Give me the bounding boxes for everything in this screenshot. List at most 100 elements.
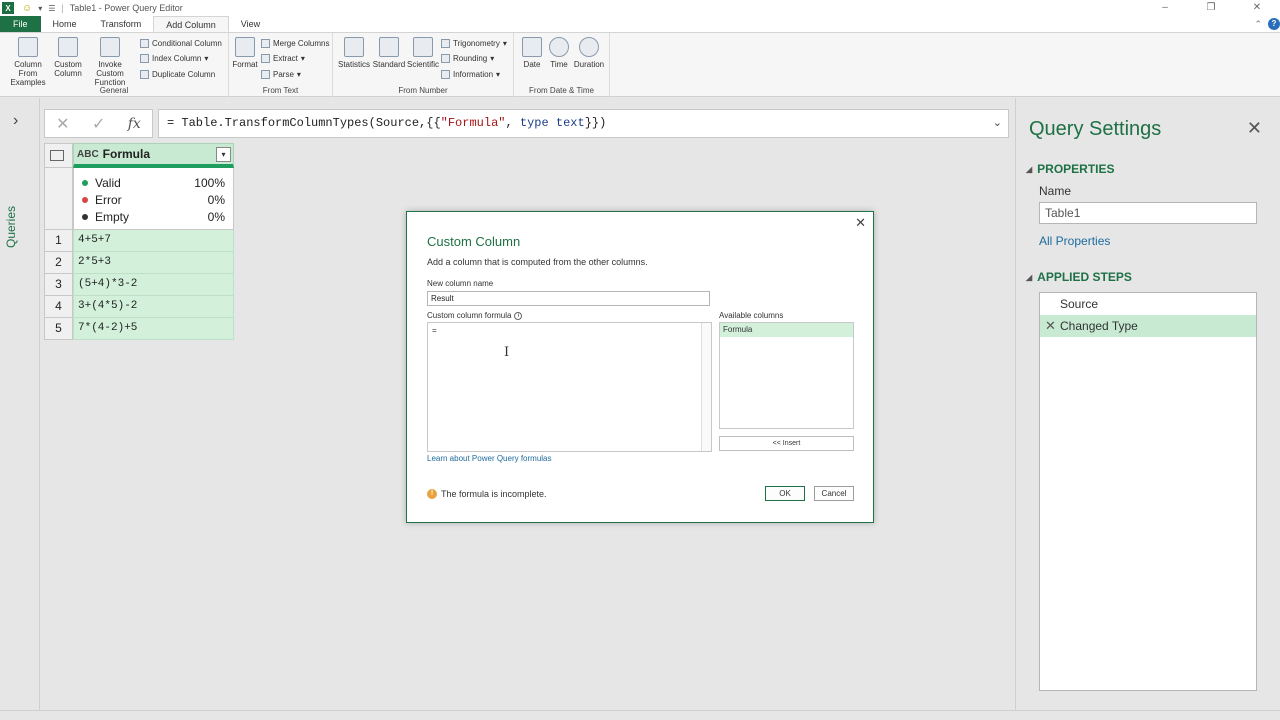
expand-queries-icon[interactable]: › <box>13 112 18 130</box>
date-button[interactable]: Date <box>518 37 546 69</box>
stopwatch-icon <box>579 37 599 57</box>
smiley-feedback-icon[interactable]: ☺ <box>22 3 32 14</box>
extract-icon <box>261 54 270 63</box>
restore-button[interactable]: ❐ <box>1188 0 1234 16</box>
formula-label-row: Custom column formula i <box>427 311 523 320</box>
delete-step-icon[interactable]: ✕ <box>1045 315 1056 337</box>
table-row[interactable]: 2 2*5+3 <box>44 252 234 274</box>
queries-pane: › Queries <box>0 98 40 710</box>
table-menu-button[interactable] <box>44 143 73 168</box>
column-quality-profile: Valid 100% Error 0% Empty 0% <box>73 168 234 230</box>
help-icon[interactable]: ? <box>1268 18 1280 30</box>
row-number: 4 <box>44 296 73 318</box>
scientific-icon <box>413 37 433 57</box>
table-row[interactable]: 4 3+(4*5)-2 <box>44 296 234 318</box>
table-row[interactable]: 1 4+5+7 <box>44 230 234 252</box>
available-column-item[interactable]: Formula <box>720 323 853 337</box>
info-icon[interactable]: i <box>514 311 523 320</box>
insert-button[interactable]: << Insert <box>719 436 854 451</box>
text-type-icon[interactable]: ABC <box>77 149 99 160</box>
invoke-custom-function-button[interactable]: Invoke Custom Function <box>84 37 136 87</box>
index-column-button[interactable]: Index Column ▾ <box>140 54 208 63</box>
standard-button[interactable]: Standard <box>372 37 406 69</box>
text-cursor-icon: I <box>504 345 510 360</box>
cancel-formula-icon[interactable]: ✕ <box>56 114 69 134</box>
custom-column-formula-label: Custom column formula <box>427 311 512 320</box>
commit-formula-icon[interactable]: ✓ <box>92 114 105 134</box>
table-row[interactable]: 5 7*(4-2)+5 <box>44 318 234 340</box>
formula-scrollbar[interactable] <box>701 323 711 451</box>
quick-access-dropdown-icon[interactable]: ▾ <box>38 4 42 13</box>
ribbon-group-general: Column From Examples Custom Column Invok… <box>0 33 229 97</box>
format-button[interactable]: Format <box>232 37 258 69</box>
table-cell[interactable]: 7*(4-2)+5 <box>73 318 234 340</box>
expand-formula-bar-icon[interactable]: ⌄ <box>993 110 1002 137</box>
available-columns-list[interactable]: Formula <box>719 322 854 429</box>
custom-column-icon <box>58 37 78 57</box>
applied-steps-section[interactable]: ◢ APPLIED STEPS <box>1026 270 1132 284</box>
ribbon-group-from-date-time: Date Time Duration From Date & Time <box>514 33 610 97</box>
dialog-subtitle: Add a column that is computed from the o… <box>427 257 648 267</box>
rounding-icon <box>441 54 450 63</box>
parse-button[interactable]: Parse ▾ <box>261 70 301 79</box>
tab-transform[interactable]: Transform <box>89 16 154 32</box>
duplicate-column-button[interactable]: Duplicate Column <box>140 70 215 79</box>
column-filter-dropdown-icon[interactable]: ▾ <box>216 147 231 162</box>
statistics-icon <box>344 37 364 57</box>
statistics-button[interactable]: Statistics <box>337 37 371 69</box>
window-controls: – ❐ ✕ <box>1142 0 1280 16</box>
table-cell[interactable]: 3+(4*5)-2 <box>73 296 234 318</box>
extract-button[interactable]: Extract ▾ <box>261 54 305 63</box>
column-header-formula[interactable]: ABC Formula ▾ <box>73 143 234 168</box>
close-window-button[interactable]: ✕ <box>1234 0 1280 16</box>
window-title: Table1 - Power Query Editor <box>69 3 183 13</box>
step-changed-type[interactable]: ✕ Changed Type <box>1040 315 1256 337</box>
row-number: 3 <box>44 274 73 296</box>
profile-error: Error 0% <box>82 191 225 208</box>
scientific-button[interactable]: Scientific <box>406 37 440 69</box>
custom-column-formula-input[interactable]: = I <box>427 322 712 452</box>
trigonometry-button[interactable]: Trigonometry ▾ <box>441 39 507 48</box>
information-button[interactable]: Information ▾ <box>441 70 500 79</box>
minimize-button[interactable]: – <box>1142 0 1188 16</box>
conditional-column-button[interactable]: Conditional Column <box>140 39 222 48</box>
queries-label[interactable]: Queries <box>4 206 18 248</box>
step-source[interactable]: Source <box>1040 293 1256 315</box>
close-settings-icon[interactable]: ✕ <box>1247 118 1262 139</box>
profile-valid: Valid 100% <box>82 174 225 191</box>
new-column-name-input[interactable]: Result <box>427 291 710 306</box>
time-button[interactable]: Time <box>546 37 572 69</box>
status-bar <box>0 710 1280 720</box>
properties-section[interactable]: ◢ PROPERTIES <box>1026 162 1115 176</box>
warning-text: The formula is incomplete. <box>441 489 547 499</box>
tab-add-column[interactable]: Add Column <box>153 16 229 32</box>
cancel-button[interactable]: Cancel <box>814 486 854 501</box>
all-properties-link[interactable]: All Properties <box>1039 234 1110 248</box>
query-name-input[interactable]: Table1 <box>1039 202 1257 224</box>
group-label-general: General <box>99 86 129 95</box>
tab-home[interactable]: Home <box>41 16 89 32</box>
information-icon <box>441 70 450 79</box>
collapse-ribbon-icon[interactable]: ⌃ <box>1254 19 1262 30</box>
table-cell[interactable]: 4+5+7 <box>73 230 234 252</box>
table-cell[interactable]: (5+4)*3-2 <box>73 274 234 296</box>
collapse-triangle-icon: ◢ <box>1026 164 1033 174</box>
ok-button[interactable]: OK <box>765 486 805 501</box>
duration-button[interactable]: Duration <box>572 37 606 69</box>
table-cell[interactable]: 2*5+3 <box>73 252 234 274</box>
fx-icon[interactable]: fx <box>128 116 141 132</box>
rounding-button[interactable]: Rounding ▾ <box>441 54 494 63</box>
index-column-icon <box>140 54 149 63</box>
merge-columns-button[interactable]: Merge Columns <box>261 39 329 48</box>
row-number: 5 <box>44 318 73 340</box>
tab-view[interactable]: View <box>229 16 272 32</box>
custom-column-button[interactable]: Custom Column <box>53 37 83 78</box>
ribbon-tabs: File Home Transform Add Column View ⌃ ? <box>0 16 1280 33</box>
column-from-examples-button[interactable]: Column From Examples <box>5 37 51 87</box>
learn-formulas-link[interactable]: Learn about Power Query formulas <box>427 454 552 463</box>
close-icon[interactable]: ✕ <box>855 215 866 231</box>
quick-access-customize-icon[interactable]: ☰ <box>48 4 55 13</box>
formula-bar-input[interactable]: = Table.TransformColumnTypes(Source,{{"F… <box>158 109 1009 138</box>
table-row[interactable]: 3 (5+4)*3-2 <box>44 274 234 296</box>
tab-file[interactable]: File <box>0 16 41 32</box>
